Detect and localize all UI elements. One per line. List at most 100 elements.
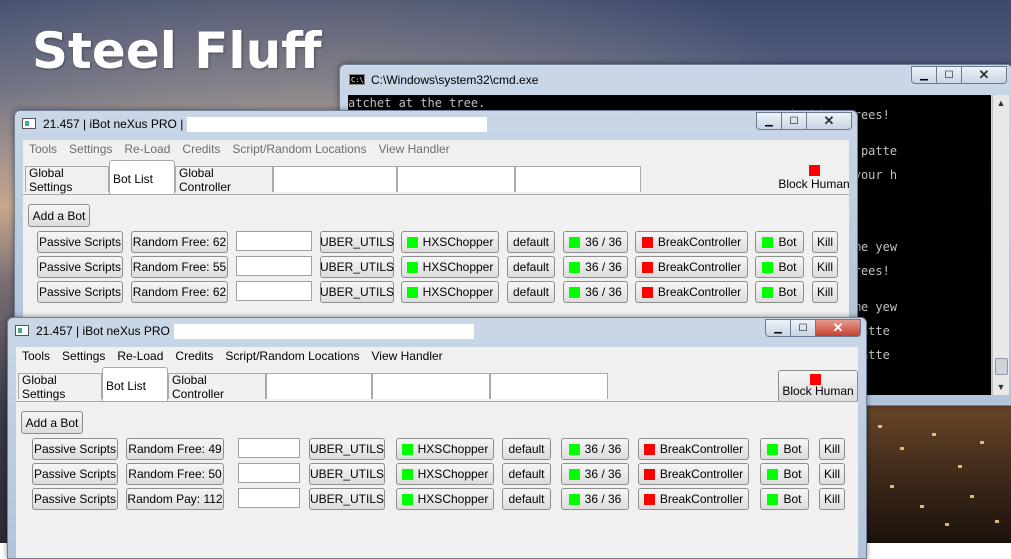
- bot-button[interactable]: Bot: [755, 256, 804, 278]
- scrollbar-thumb[interactable]: [995, 358, 1008, 375]
- kill-button[interactable]: Kill: [819, 438, 845, 460]
- bot-button[interactable]: Bot: [760, 438, 809, 460]
- menu-script-random-locations[interactable]: Script/Random Locations: [219, 349, 365, 363]
- text-input[interactable]: [236, 231, 312, 251]
- controller-button[interactable]: BreakController: [638, 463, 749, 485]
- random-button[interactable]: Random Free: 49: [126, 438, 224, 460]
- kill-button[interactable]: Kill: [812, 256, 838, 278]
- kill-button[interactable]: Kill: [812, 281, 838, 303]
- tab-bot-list[interactable]: Bot List: [109, 160, 175, 194]
- passive-button[interactable]: Passive Scripts: [37, 281, 123, 303]
- menu-settings[interactable]: Settings: [63, 142, 118, 156]
- profile-button[interactable]: default: [502, 488, 551, 510]
- bot-window-1[interactable]: 21.457 | iBot neXus PRO | ▁ ☐ ✕ Tools Se…: [14, 110, 858, 328]
- bot-window-2[interactable]: 21.457 | iBot neXus PRO ▁ ☐ ✕ Tools Sett…: [7, 317, 867, 559]
- menu-view-handler[interactable]: View Handler: [366, 349, 449, 363]
- tab-blank[interactable]: [266, 373, 372, 399]
- bot-button[interactable]: Bot: [755, 231, 804, 253]
- tab-bot-list[interactable]: Bot List: [102, 367, 168, 401]
- block-human-button[interactable]: Block Human: [778, 370, 858, 402]
- kill-button[interactable]: Kill: [812, 231, 838, 253]
- bot-button[interactable]: Bot: [760, 488, 809, 510]
- script-button[interactable]: HXSChopper: [396, 488, 494, 510]
- scroll-down-icon[interactable]: ▼: [993, 379, 1009, 395]
- add-bot-button[interactable]: Add a Bot: [21, 411, 83, 434]
- tab-global-controller[interactable]: Global Controller: [168, 373, 266, 401]
- count-button[interactable]: 36 / 36: [561, 438, 629, 460]
- bot-window-2-titlebar[interactable]: 21.457 | iBot neXus PRO ▁ ☐ ✕: [8, 318, 866, 344]
- tab-global-settings[interactable]: Global Settings: [25, 166, 109, 194]
- count-button[interactable]: 36 / 36: [561, 463, 629, 485]
- random-button[interactable]: Random Free: 50: [126, 463, 224, 485]
- maximize-button[interactable]: ☐: [782, 112, 807, 130]
- bot-window-1-titlebar[interactable]: 21.457 | iBot neXus PRO | ▁ ☐ ✕: [15, 111, 857, 137]
- script-button[interactable]: HXSChopper: [396, 438, 494, 460]
- close-button[interactable]: ✕: [807, 112, 852, 130]
- count-button[interactable]: 36 / 36: [563, 231, 628, 253]
- passive-button[interactable]: Passive Scripts: [32, 488, 118, 510]
- passive-button[interactable]: Passive Scripts: [37, 231, 123, 253]
- scroll-up-icon[interactable]: ▲: [993, 95, 1009, 111]
- text-input[interactable]: [236, 281, 312, 301]
- close-button[interactable]: ✕: [962, 66, 1007, 84]
- tab-blank[interactable]: [490, 373, 608, 399]
- minimize-button[interactable]: ▁: [756, 112, 782, 130]
- text-input[interactable]: [238, 463, 300, 483]
- kill-button[interactable]: Kill: [819, 463, 845, 485]
- utils-button[interactable]: UBER_UTILS: [320, 256, 394, 278]
- tab-global-controller[interactable]: Global Controller: [175, 166, 273, 194]
- profile-button[interactable]: default: [502, 438, 551, 460]
- script-button[interactable]: HXSChopper: [396, 463, 494, 485]
- kill-button[interactable]: Kill: [819, 488, 845, 510]
- menu-credits[interactable]: Credits: [169, 349, 219, 363]
- utils-button[interactable]: UBER_UTILS: [309, 488, 385, 510]
- maximize-button[interactable]: ☐: [791, 319, 816, 337]
- add-bot-button[interactable]: Add a Bot: [28, 204, 90, 227]
- menu-script-random-locations[interactable]: Script/Random Locations: [226, 142, 372, 156]
- tab-global-settings[interactable]: Global Settings: [18, 373, 102, 401]
- menu-tools[interactable]: Tools: [23, 142, 63, 156]
- minimize-button[interactable]: ▁: [911, 66, 937, 84]
- tab-blank[interactable]: [515, 166, 641, 192]
- text-input[interactable]: [238, 488, 300, 508]
- cmd-scrollbar[interactable]: ▲ ▼: [992, 95, 1009, 395]
- bot-button[interactable]: Bot: [760, 463, 809, 485]
- random-button[interactable]: Random Free: 55: [131, 256, 228, 278]
- random-button[interactable]: Random Free: 62: [131, 231, 228, 253]
- utils-button[interactable]: UBER_UTILS: [320, 281, 394, 303]
- menu-reload[interactable]: Re-Load: [118, 142, 176, 156]
- menu-reload[interactable]: Re-Load: [111, 349, 169, 363]
- passive-button[interactable]: Passive Scripts: [32, 463, 118, 485]
- text-input[interactable]: [236, 256, 312, 276]
- menu-tools[interactable]: Tools: [16, 349, 56, 363]
- controller-button[interactable]: BreakController: [635, 256, 748, 278]
- utils-button[interactable]: UBER_UTILS: [320, 231, 394, 253]
- controller-button[interactable]: BreakController: [638, 438, 749, 460]
- count-button[interactable]: 36 / 36: [563, 281, 628, 303]
- passive-button[interactable]: Passive Scripts: [32, 438, 118, 460]
- profile-button[interactable]: default: [502, 463, 551, 485]
- text-input[interactable]: [238, 438, 300, 458]
- profile-button[interactable]: default: [507, 281, 555, 303]
- controller-button[interactable]: BreakController: [635, 281, 748, 303]
- tab-blank[interactable]: [372, 373, 490, 399]
- cmd-titlebar[interactable]: C:\ C:\Windows\system32\cmd.exe ▁ ☐ ✕: [340, 65, 1011, 91]
- profile-button[interactable]: default: [507, 231, 555, 253]
- maximize-button[interactable]: ☐: [937, 66, 962, 84]
- script-button[interactable]: HXSChopper: [401, 256, 499, 278]
- block-human-toggle[interactable]: Block Human: [769, 163, 857, 191]
- tab-blank[interactable]: [397, 166, 515, 192]
- close-button[interactable]: ✕: [816, 319, 861, 337]
- profile-button[interactable]: default: [507, 256, 555, 278]
- count-button[interactable]: 36 / 36: [563, 256, 628, 278]
- script-button[interactable]: HXSChopper: [401, 281, 499, 303]
- tab-blank[interactable]: [273, 166, 397, 192]
- script-button[interactable]: HXSChopper: [401, 231, 499, 253]
- menu-settings[interactable]: Settings: [56, 349, 111, 363]
- random-button[interactable]: Random Pay: 112: [126, 488, 224, 510]
- menu-view-handler[interactable]: View Handler: [373, 142, 456, 156]
- utils-button[interactable]: UBER_UTILS: [309, 463, 385, 485]
- controller-button[interactable]: BreakController: [635, 231, 748, 253]
- controller-button[interactable]: BreakController: [638, 488, 749, 510]
- random-button[interactable]: Random Free: 62: [131, 281, 228, 303]
